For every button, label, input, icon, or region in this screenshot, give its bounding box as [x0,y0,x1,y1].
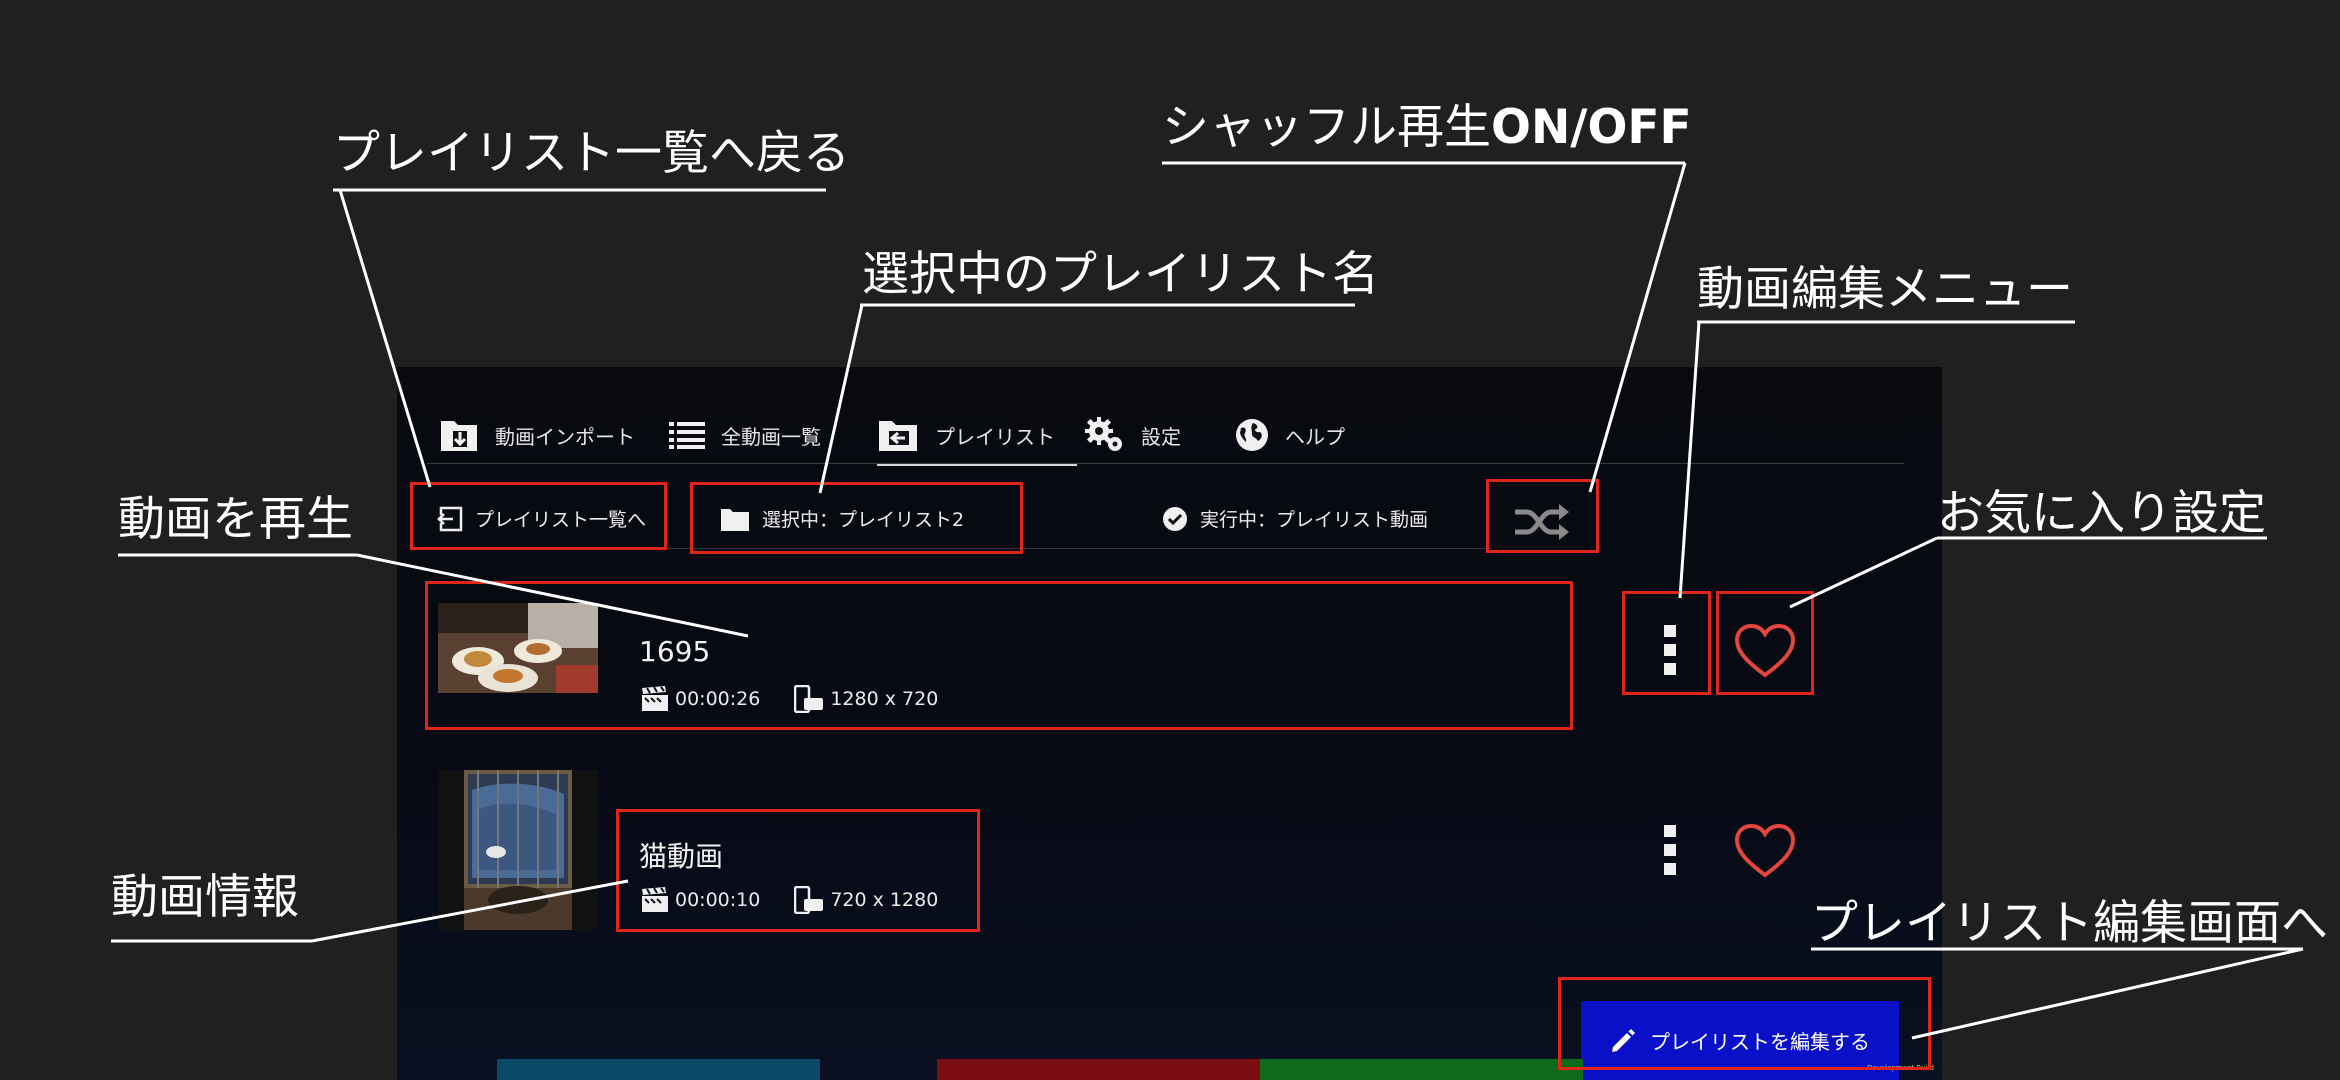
annotation-shuffle-prefix: シャッフル再生 [1162,100,1491,155]
annotation-box-favorite [1716,591,1814,695]
folder-back-icon [879,421,917,451]
kebab-dot [1664,863,1676,875]
folder-download-icon [441,421,477,451]
annotation-playlist-name-label: 選択中のプレイリスト名 [862,247,1379,302]
annotation-box-playlist-name [690,482,1023,554]
annotation-play-label: 動画を再生 [118,492,353,547]
nav-help[interactable]: ヘルプ [1235,415,1345,455]
annotation-box-edit-screen [1558,977,1931,1070]
nav-divider [427,463,1904,464]
globe-icon [1236,419,1268,451]
screenshot-stage: 動画インポート 全動画一覧 プレイリスト 設定 ヘルプ プレイリスト一覧へ 選択… [0,0,2340,1080]
kebab-dot [1664,825,1676,837]
gears-icon [1085,417,1122,451]
annotation-box-edit-menu [1622,591,1711,695]
nav-help-label: ヘルプ [1285,424,1345,449]
annotation-box-play [425,581,1573,730]
running-status-label: 実行中：プレイリスト動画 [1200,509,1429,531]
annotation-box-back [410,482,667,550]
nav-settings[interactable]: 設定 [1085,415,1181,455]
annotation-shuffle-label: シャッフル再生ON/OFF [1162,104,1692,151]
annotation-back-label: プレイリスト一覧へ戻る [333,126,850,181]
cat-photo-icon [438,770,598,930]
nav-settings-label: 設定 [1141,424,1181,449]
video-thumbnail[interactable] [438,770,598,930]
nav-playlist[interactable]: プレイリスト [877,415,1055,455]
nav-all-videos[interactable]: 全動画一覧 [669,415,821,455]
list-icon [669,422,705,449]
annotation-favorite-label: お気に入り設定 [1937,486,2266,541]
heart-icon[interactable] [1734,823,1796,879]
nav-playlist-label: プレイリスト [935,424,1055,449]
nav-import-label: 動画インポート [495,424,635,449]
annotation-box-info [616,809,980,932]
running-status: 実行中：プレイリスト動画 [1162,505,1428,532]
check-circle-icon [1163,506,1187,531]
video-edit-menu-button[interactable] [1660,825,1680,875]
nav-all-videos-label: 全動画一覧 [721,424,821,449]
annotation-edit-screen-label: プレイリスト編集画面へ [1811,896,2328,951]
annotation-edit-menu-label: 動画編集メニュー [1697,262,2073,317]
bottom-tab-blue[interactable] [497,1059,820,1080]
kebab-dot [1664,844,1676,856]
annotation-info-label: 動画情報 [111,870,299,925]
annotation-shuffle-bold: ON/OFF [1491,100,1692,155]
nav-import[interactable]: 動画インポート [439,415,635,455]
annotation-box-shuffle [1486,479,1599,553]
bottom-tab-green[interactable] [1260,1059,1583,1080]
bottom-tab-red[interactable] [937,1059,1260,1080]
